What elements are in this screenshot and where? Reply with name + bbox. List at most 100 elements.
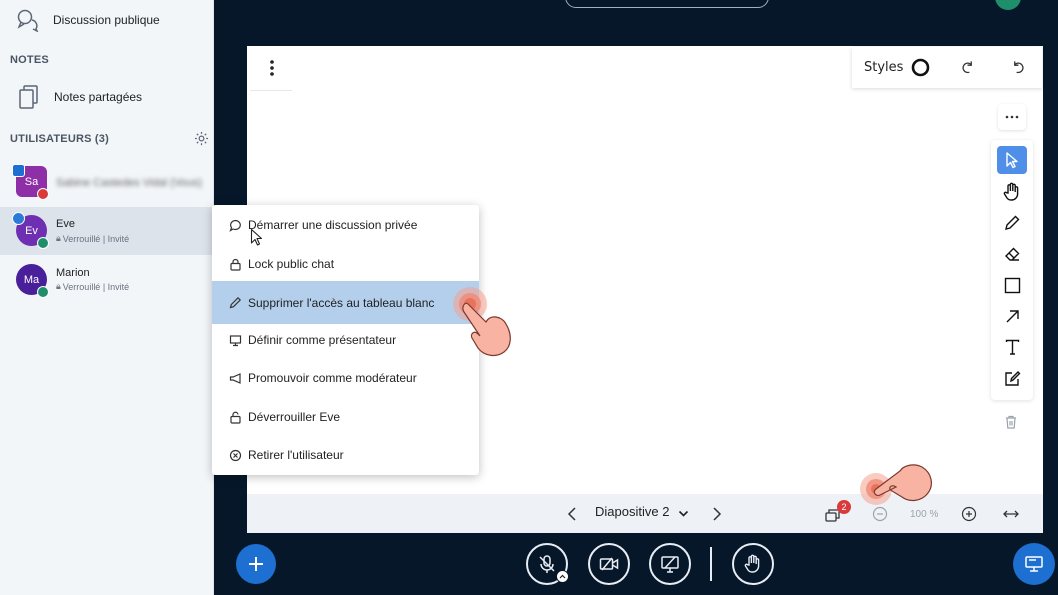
top-center-pill [565, 0, 769, 8]
pencil-icon [228, 296, 242, 310]
chevron-down-icon[interactable] [678, 510, 689, 518]
presentation-toggle-button[interactable] [1013, 543, 1055, 585]
avatar-initials: Ev [25, 224, 38, 237]
text-tool[interactable] [997, 333, 1027, 361]
presenter-badge-icon [12, 164, 25, 177]
menu-item-label: Démarrer une discussion privée [248, 218, 418, 232]
styles-button[interactable]: Styles [864, 60, 903, 75]
sticky-note-tool[interactable] [997, 364, 1027, 392]
styles-panel: Styles [852, 47, 1042, 88]
user-row-self[interactable]: Sa Sabine Castedes Vidal (Vous) [0, 158, 214, 206]
presentation-icon [228, 333, 242, 347]
hand-raise-icon [744, 554, 760, 573]
arrow-tool[interactable] [997, 302, 1027, 330]
public-chat-label: Discussion publique [53, 13, 160, 27]
megaphone-icon [228, 371, 242, 385]
mouse-cursor-icon [250, 228, 263, 246]
raise-hand-button[interactable] [732, 543, 774, 585]
drawing-toolbar [991, 140, 1033, 400]
next-slide-icon[interactable] [710, 506, 724, 522]
lock-small-icon: 🔒︎ [56, 233, 61, 243]
documents-icon [19, 85, 38, 109]
pencil-icon [1005, 215, 1020, 230]
chat-bubble-icon [228, 218, 242, 232]
select-tool[interactable] [997, 146, 1027, 174]
screen-share-button[interactable] [649, 543, 691, 585]
user-status: 🔒︎ Verrouillé | Invité [56, 281, 129, 292]
plus-icon [249, 557, 263, 571]
menu-item-lock-chat[interactable]: Lock public chat [212, 245, 479, 283]
user-row-marion[interactable]: Ma Marion 🔒︎ Verrouillé | Invité [0, 256, 214, 304]
slide-selector[interactable]: Diapositive 2 [595, 504, 669, 519]
user-row-eve[interactable]: Ev Eve 🔒︎ Verrouillé | Invité [0, 207, 214, 255]
trash-icon[interactable] [1002, 413, 1020, 431]
user-name: Sabine Castedes Vidal (Vous) [56, 177, 202, 189]
menu-item-label: Retirer l'utilisateur [248, 448, 344, 462]
actions-plus-button[interactable] [236, 544, 276, 584]
menu-item-remove-whiteboard-access[interactable]: Supprimer l'accès au tableau blanc [212, 281, 479, 324]
color-circle-icon[interactable] [911, 58, 930, 77]
user-name: Eve [56, 218, 75, 230]
menu-item-remove-user[interactable]: Retirer l'utilisateur [212, 436, 479, 474]
presentation-screen-icon [1025, 556, 1043, 572]
user-name: Marion [56, 267, 90, 279]
notification-badge: 2 [837, 500, 851, 514]
muted-badge-icon [37, 188, 49, 200]
shared-notes-label: Notes partagées [54, 90, 143, 104]
avatar-initials: Ma [23, 273, 40, 286]
shared-notes-item[interactable]: Notes partagées [18, 84, 142, 110]
headset-badge-icon [37, 237, 49, 249]
fit-width-icon[interactable] [1002, 508, 1020, 520]
cursor-arrow-icon [1006, 152, 1018, 169]
avatar-initials: Sa [24, 175, 39, 188]
pencil-tool[interactable] [997, 209, 1027, 237]
audio-options-button[interactable] [556, 570, 569, 583]
previous-slide-icon[interactable] [565, 506, 579, 522]
menu-item-label: Supprimer l'accès au tableau blanc [248, 295, 435, 310]
zoom-in-icon[interactable] [961, 506, 977, 522]
eraser-tool[interactable] [997, 240, 1027, 268]
menu-item-label: Définir comme présentateur [248, 333, 397, 347]
pan-tool[interactable] [997, 178, 1027, 206]
more-horizontal-icon [1005, 115, 1019, 119]
toolbar-divider [710, 547, 712, 581]
lock-small-icon: 🔒︎ [56, 281, 61, 291]
screen-share-off-icon [661, 556, 679, 573]
public-chat-item[interactable]: Discussion publique [16, 8, 160, 32]
menu-item-make-presenter[interactable]: Définir comme présentateur [212, 321, 479, 359]
unlock-icon [228, 410, 242, 424]
slide-label: Diapositive 2 [595, 504, 670, 519]
top-avatar[interactable] [995, 0, 1021, 10]
menu-item-label: Déverrouiller Eve [248, 410, 341, 424]
arrow-diagonal-icon [1006, 309, 1019, 322]
whiteboard-access-badge-icon [12, 212, 25, 225]
divider [250, 90, 292, 91]
undo-icon[interactable] [1011, 60, 1026, 75]
tap-gesture-hand-icon [860, 464, 932, 505]
chevron-up-icon [559, 574, 566, 579]
kebab-menu-icon[interactable] [262, 56, 282, 80]
camera-off-icon [599, 557, 619, 571]
camera-button[interactable] [588, 543, 630, 585]
notification-count: 2 [841, 502, 847, 512]
gear-icon[interactable] [194, 131, 209, 146]
rectangle-icon [1004, 277, 1020, 293]
users-section-title: UTILISATEURS (3) [10, 133, 109, 145]
more-tools-button[interactable] [998, 104, 1026, 130]
chat-bubbles-icon [17, 9, 39, 32]
user-status-text: Verrouillé | Invité [62, 281, 130, 292]
zoom-out-icon[interactable] [872, 506, 888, 522]
tap-gesture-hand-icon [453, 287, 511, 357]
menu-item-unlock-user[interactable]: Déverrouiller Eve [212, 398, 479, 436]
eraser-icon [1004, 247, 1019, 261]
menu-item-promote-moderator[interactable]: Promouvoir comme modérateur [212, 359, 479, 397]
remove-circle-icon [228, 448, 242, 462]
redo-icon[interactable] [960, 60, 975, 75]
user-status: 🔒︎ Verrouillé | Invité [56, 233, 129, 244]
note-edit-icon [1004, 370, 1020, 386]
hand-icon [1003, 182, 1019, 201]
sidebar: Discussion publique NOTES Notes partagée… [0, 0, 214, 595]
rectangle-tool[interactable] [997, 271, 1027, 299]
menu-item-label: Lock public chat [248, 257, 335, 271]
text-icon [1005, 339, 1019, 355]
